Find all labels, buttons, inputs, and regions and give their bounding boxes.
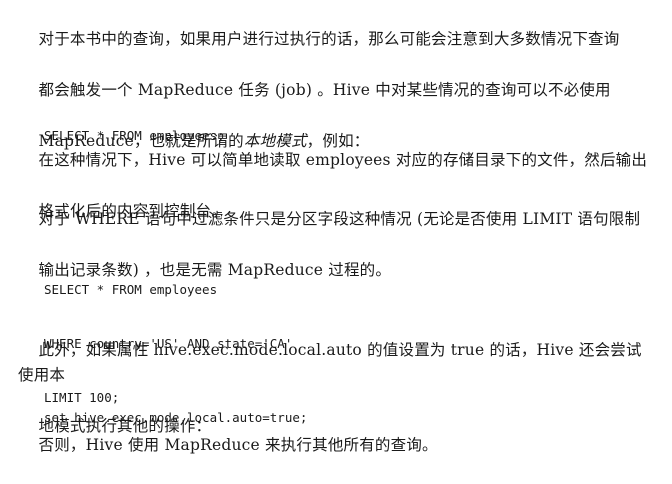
code-line: SELECT * FROM employees <box>44 282 218 297</box>
document-page: 对于本书中的查询，如果用户进行过执行的话，那么可能会注意到大多数情况下查询 都会… <box>0 0 672 454</box>
text-line: 对于 WHERE 语句中过滤条件只是分区字段这种情况 (无论是否使用 LIMIT… <box>38 209 641 228</box>
text-line: 对于本书中的查询，如果用户进行过执行的话，那么可能会注意到大多数情况下查询 <box>38 29 620 48</box>
paragraph-otherwise: 否则，Hive 使用 MapReduce 来执行其他所有的查询。 <box>18 407 648 484</box>
text-line: 在这种情况下，Hive 可以简单地读取 employees 对应的存储目录下的文… <box>38 150 648 169</box>
